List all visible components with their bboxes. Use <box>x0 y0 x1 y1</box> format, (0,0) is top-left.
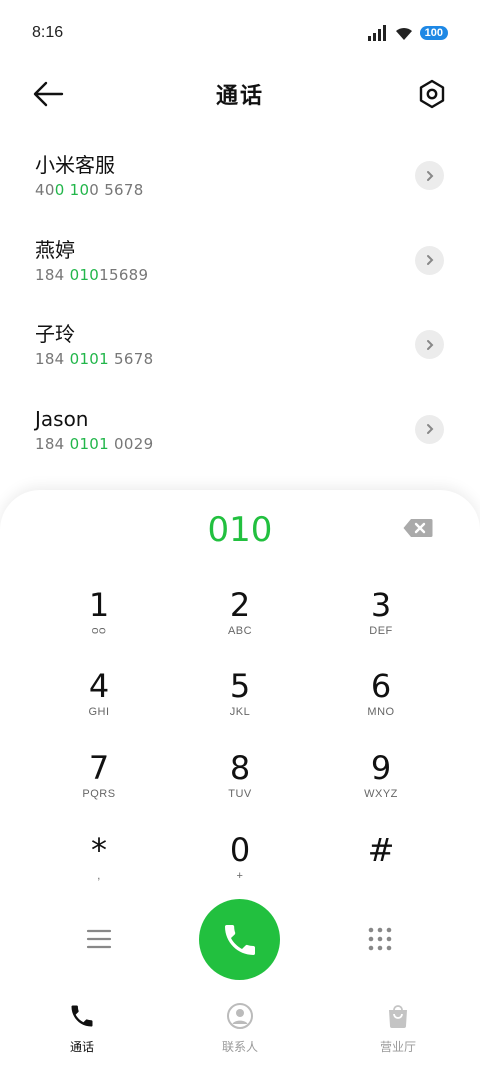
dial-panel: 010 1 ᴑᴑ 2 ABC 3 DEF 4 GHI 5 JKL 6 MNO 7… <box>0 490 480 1067</box>
phone-icon <box>71 1005 93 1027</box>
nav-item-calls[interactable]: 通话 <box>32 1002 132 1055</box>
contact-item[interactable]: Jason 184 0101 0029 <box>0 394 480 479</box>
contact-detail-button[interactable] <box>415 161 444 190</box>
bottom-nav: 通话 联系人 营业厅 <box>0 998 480 1067</box>
back-arrow-icon <box>33 81 64 107</box>
keypad-icon <box>368 927 392 951</box>
keypad-toggle-button[interactable] <box>367 926 393 952</box>
dial-key-5[interactable]: 5 JKL <box>170 667 310 739</box>
contact-name: 燕婷 <box>35 237 75 262</box>
settings-icon <box>419 79 445 109</box>
wifi-icon <box>395 27 412 40</box>
dial-key-3[interactable]: 3 DEF <box>311 586 451 658</box>
backspace-icon <box>403 519 433 537</box>
contact-item[interactable]: 小米客服 400 100 5678 <box>0 140 480 225</box>
chevron-right-icon <box>426 424 433 434</box>
status-icons: 100 <box>367 25 448 41</box>
dial-key-star[interactable]: * , <box>29 831 169 903</box>
dialer-menu-button[interactable] <box>86 928 112 950</box>
nav-label: 通话 <box>69 1040 94 1054</box>
contact-number: 184 0101 5678 <box>35 350 154 368</box>
contact-number: 400 100 5678 <box>35 181 144 199</box>
menu-icon <box>86 929 112 949</box>
signal-icon <box>367 25 386 41</box>
contact-name: 小米客服 <box>35 153 115 177</box>
dial-key-hash[interactable]: # <box>311 831 451 903</box>
contact-name: Jason <box>35 406 89 431</box>
dial-key-0[interactable]: 0 + <box>170 831 310 903</box>
status-bar: 8:16 100 <box>0 0 480 66</box>
contact-name: 子玲 <box>35 322 75 346</box>
dial-key-8[interactable]: 8 TUV <box>170 749 310 821</box>
chevron-right-icon <box>426 339 433 350</box>
header: 通话 <box>0 66 480 122</box>
contact-number: 184 0101 0029 <box>35 434 154 453</box>
nav-item-contacts[interactable]: 联系人 <box>190 1002 290 1055</box>
page-title: 通话 <box>215 84 264 109</box>
chevron-right-icon <box>426 255 433 265</box>
nav-label: 营业厅 <box>379 1040 416 1054</box>
status-time: 8:16 <box>32 24 64 41</box>
call-button[interactable] <box>199 899 280 980</box>
contacts-icon <box>227 1003 253 1029</box>
contact-item[interactable]: 燕婷 184 01015689 <box>0 225 480 310</box>
shopping-bag-icon <box>389 1005 407 1028</box>
contact-item[interactable]: 子玲 184 0101 5678 <box>0 309 480 394</box>
contact-list: 小米客服 400 100 5678 燕婷 184 01015689 子玲 184… <box>0 140 480 478</box>
phone-icon <box>224 924 255 955</box>
dial-key-7[interactable]: 7 PQRS <box>29 749 169 821</box>
nav-item-service-hall[interactable]: 营业厅 <box>348 1002 448 1055</box>
voicemail-icon: ᴑᴑ <box>91 625 107 637</box>
contact-detail-button[interactable] <box>415 414 444 444</box>
dial-key-4[interactable]: 4 GHI <box>29 667 169 739</box>
dial-key-6[interactable]: 6 MNO <box>311 667 451 739</box>
settings-button[interactable] <box>416 78 448 110</box>
battery-indicator: 100 <box>419 26 448 40</box>
dial-key-9[interactable]: 9 WXYZ <box>311 749 451 821</box>
backspace-button[interactable] <box>403 518 433 538</box>
dial-key-2[interactable]: 2 ABC <box>170 586 310 658</box>
nav-label: 联系人 <box>221 1040 258 1054</box>
dial-key-1[interactable]: 1 ᴑᴑ <box>29 586 169 658</box>
back-button[interactable] <box>32 80 64 108</box>
contact-number: 184 01015689 <box>35 265 149 284</box>
chevron-right-icon <box>426 170 433 181</box>
contact-detail-button[interactable] <box>415 330 444 359</box>
contact-detail-button[interactable] <box>415 245 444 275</box>
